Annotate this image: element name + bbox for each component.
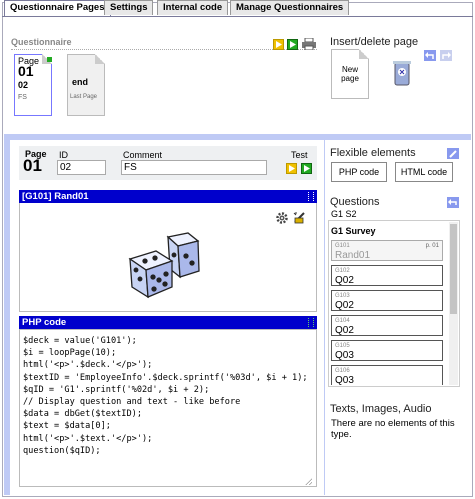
- code-line: $text = $data[0];: [23, 421, 111, 432]
- survey-label: G1 Survey: [331, 226, 376, 236]
- question-id: G104: [335, 318, 350, 324]
- page-number: 01: [23, 156, 42, 175]
- question-id: G103: [335, 293, 350, 299]
- question-item[interactable]: G103 Q02: [331, 290, 443, 311]
- tab-divider: [2, 16, 473, 17]
- page-fold-icon: [95, 54, 105, 64]
- new-page-label-2: page: [341, 74, 359, 83]
- code-line: $textID = 'EmployeeInfo'.$deck.sprintf('…: [23, 372, 308, 383]
- texts-empty-message: There are no elements of this type.: [331, 418, 455, 440]
- edit-pencil-icon[interactable]: [447, 148, 459, 159]
- code-line: question($qID);: [23, 445, 101, 456]
- tab-settings[interactable]: Settings: [104, 0, 154, 15]
- question-id: G102: [335, 268, 350, 274]
- html-code-button[interactable]: HTML code: [395, 162, 453, 182]
- new-page-label-1: New: [341, 65, 358, 74]
- drag-handle-icon[interactable]: [308, 318, 314, 327]
- print-icon[interactable]: [302, 37, 316, 51]
- question-name: Q02: [335, 300, 354, 311]
- questions-title: Questions: [330, 196, 380, 208]
- test-play-yellow-icon[interactable]: [286, 163, 297, 174]
- tab-internal-code[interactable]: Internal code: [157, 0, 229, 15]
- insert-delete-title: Insert/delete page: [330, 36, 419, 48]
- page-card-end[interactable]: end Last Page: [67, 54, 105, 116]
- question-id: G105: [335, 343, 350, 349]
- question-name: Rand01: [335, 250, 371, 261]
- code-line: html('<p>'.$deck.'</p>');: [23, 360, 153, 371]
- php-block-header: PHP code: [19, 316, 317, 329]
- id-label: ID: [59, 150, 68, 160]
- code-line: $deck = value('G101');: [23, 336, 137, 346]
- test-label: Test: [291, 150, 308, 160]
- page-fold-icon: [359, 49, 369, 59]
- section-divider-bar: [4, 134, 471, 140]
- page-card-id: 02: [18, 80, 29, 90]
- question-id: G101: [335, 243, 350, 249]
- test-play-green-icon[interactable]: [301, 163, 312, 174]
- texts-title: Texts, Images, Audio: [330, 403, 432, 415]
- question-item[interactable]: G102 Q02: [331, 265, 443, 286]
- code-line: html('<p>'.$text.'</p>');: [23, 433, 153, 444]
- center-divider: [324, 140, 325, 495]
- left-margin-bar: [4, 140, 10, 495]
- redo-icon[interactable]: [440, 50, 452, 61]
- drag-handle-icon[interactable]: [308, 192, 314, 201]
- dice-image: [128, 229, 208, 299]
- questions-menu-icon[interactable]: [447, 197, 459, 208]
- page-card-sub: Last Page: [70, 94, 98, 100]
- page-card-num: 01: [18, 63, 34, 79]
- question-name: Q03: [335, 375, 354, 386]
- question-id: G106: [335, 368, 350, 374]
- undo-icon[interactable]: [424, 50, 436, 61]
- question-name: Q03: [335, 350, 354, 361]
- code-line: $i = loopPage(10);: [23, 348, 117, 359]
- resize-handle-icon[interactable]: [305, 478, 312, 485]
- question-item[interactable]: G106 Q03: [331, 365, 443, 386]
- php-code-editor[interactable]: $deck = value('G101'); $i = loopPage(10);…: [19, 329, 317, 487]
- question-name: Q02: [335, 325, 354, 336]
- tab-manage-questionnaires[interactable]: Manage Questionnaires: [230, 0, 350, 15]
- page-ok-icon: [47, 57, 52, 62]
- question-name: Q02: [335, 275, 354, 286]
- trash-icon[interactable]: [392, 58, 412, 86]
- code-line: $data = dbGet($textID);: [23, 409, 142, 420]
- questions-filter: G1 S2: [331, 209, 357, 219]
- edit-wand-icon[interactable]: [293, 211, 306, 224]
- page-card-01[interactable]: Page 01 02 FS: [14, 54, 52, 116]
- new-page-button[interactable]: New page: [331, 49, 369, 99]
- page-card-label: end: [72, 77, 89, 87]
- question-page: p. 01: [425, 243, 439, 249]
- tab-questionnaire-pages[interactable]: Questionnaire Pages: [4, 0, 111, 17]
- id-input[interactable]: [57, 160, 106, 175]
- question-item[interactable]: G105 Q03: [331, 340, 443, 361]
- questionnaire-title: Questionnaire: [11, 37, 72, 47]
- play-green-icon[interactable]: [287, 39, 298, 50]
- question-item[interactable]: G101 p. 01 Rand01: [331, 240, 443, 261]
- play-yellow-icon[interactable]: [273, 39, 284, 50]
- code-line: $qID = 'G1'.sprintf('%02d', $i + 2);: [23, 384, 210, 395]
- scrollbar-thumb[interactable]: [450, 224, 457, 314]
- code-line: // Display question and text - like befo…: [23, 397, 241, 408]
- flexible-title: Flexible elements: [330, 147, 416, 159]
- question-block-header: [G101] Rand01: [19, 190, 317, 203]
- question-item[interactable]: G104 Q02: [331, 315, 443, 336]
- comment-label: Comment: [123, 150, 163, 160]
- gear-icon[interactable]: [276, 212, 288, 224]
- divider: [11, 49, 317, 50]
- page-card-comment: FS: [18, 94, 27, 101]
- php-code-button[interactable]: PHP code: [331, 162, 387, 182]
- comment-input[interactable]: [121, 160, 267, 175]
